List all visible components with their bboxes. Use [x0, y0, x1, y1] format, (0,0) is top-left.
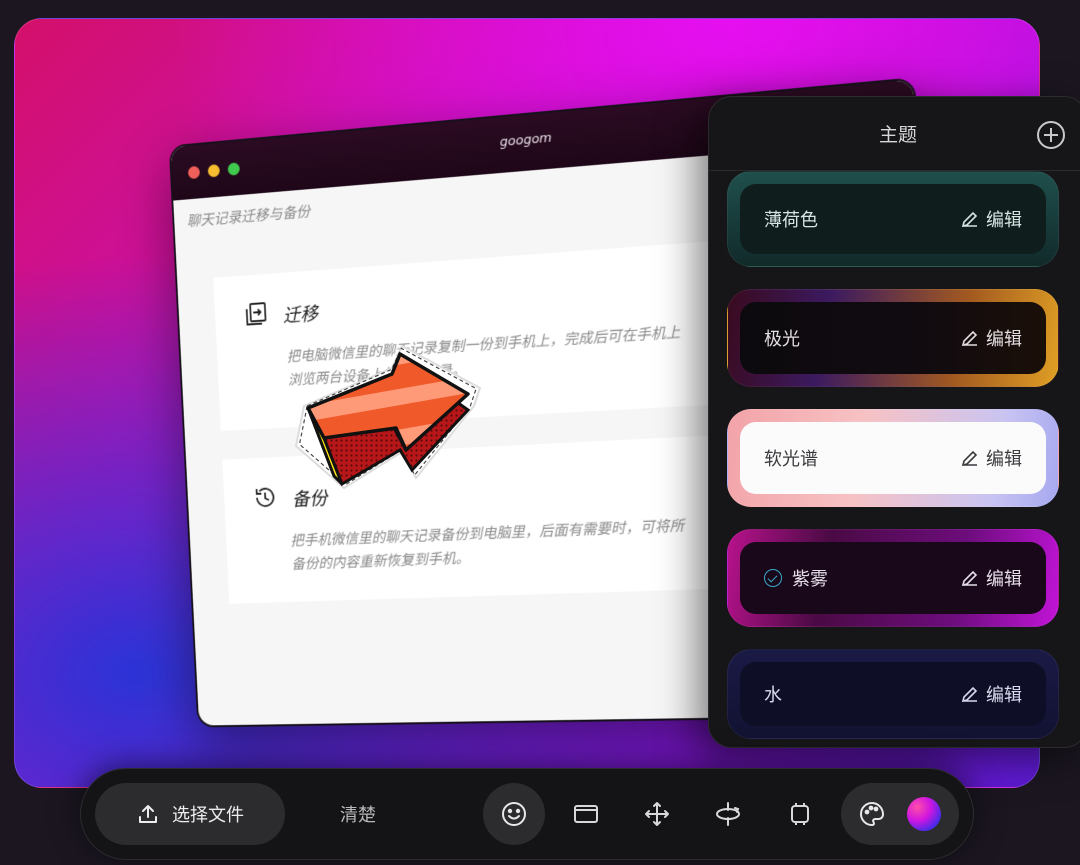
edit-label: 编辑	[986, 210, 1022, 231]
theme-item-water[interactable]: 水 编辑	[727, 649, 1059, 739]
add-theme-icon[interactable]	[1037, 121, 1065, 149]
edit-theme-button[interactable]: 编辑	[960, 445, 1022, 471]
theme-tool-group	[841, 783, 959, 845]
rotate-3d-icon	[716, 802, 740, 826]
pencil-icon	[961, 570, 978, 587]
edit-theme-button[interactable]: 编辑	[960, 565, 1022, 591]
theme-list: 薄荷色 编辑 极光 编辑 软光谱 编辑 紫雾 编辑 水 编辑	[727, 171, 1059, 747]
theme-item-aurora[interactable]: 极光 编辑	[727, 289, 1059, 387]
edit-label: 编辑	[986, 569, 1022, 590]
theme-name: 紫雾	[792, 569, 828, 590]
pencil-icon	[961, 450, 978, 467]
theme-panel: 主题 薄荷色 编辑 极光 编辑 软光谱 编辑 紫雾 编辑 水 编辑	[708, 96, 1080, 748]
frame-icon	[574, 805, 598, 823]
crop-icon	[791, 803, 809, 825]
theme-name: 软光谱	[764, 449, 818, 470]
migrate-icon	[242, 299, 271, 334]
theme-panel-title: 主题	[878, 124, 917, 146]
theme-name: 极光	[764, 329, 800, 350]
pencil-icon	[961, 686, 978, 703]
move-icon	[645, 802, 669, 826]
choose-file-label: 选择文件	[172, 805, 244, 826]
rotate-tool-button[interactable]	[697, 783, 759, 845]
theme-item-soft-spectrum[interactable]: 软光谱 编辑	[727, 409, 1059, 507]
bottom-toolbar: 选择文件 清楚	[80, 768, 974, 860]
backup-desc: 把手机微信里的聊天记录备份到电脑里，后面有需要时，可将所备份的内容重新恢复到手机…	[290, 518, 685, 573]
edit-theme-button[interactable]: 编辑	[960, 325, 1022, 351]
migrate-title: 迁移	[282, 302, 319, 327]
edit-theme-button[interactable]: 编辑	[960, 206, 1022, 232]
edit-label: 编辑	[986, 685, 1022, 706]
upload-icon	[139, 805, 157, 823]
clear-button[interactable]: 清楚	[313, 783, 403, 845]
choose-file-button[interactable]: 选择文件	[95, 783, 285, 845]
current-theme-swatch[interactable]	[907, 797, 941, 831]
emoji-icon	[502, 802, 526, 826]
arrow-sticker-icon[interactable]	[284, 328, 494, 498]
pencil-icon	[961, 330, 978, 347]
frame-tool-button[interactable]	[555, 783, 617, 845]
palette-tool-button[interactable]	[841, 783, 903, 845]
theme-name: 水	[764, 685, 782, 706]
edit-theme-button[interactable]: 编辑	[960, 681, 1022, 707]
crop-tool-button[interactable]	[769, 783, 831, 845]
palette-icon	[860, 801, 885, 827]
theme-panel-header: 主题	[709, 97, 1080, 171]
edit-label: 编辑	[986, 449, 1022, 470]
move-tool-button[interactable]	[626, 783, 688, 845]
theme-name: 薄荷色	[764, 210, 818, 231]
theme-item-purple-mist[interactable]: 紫雾 编辑	[727, 529, 1059, 627]
theme-item-mint[interactable]: 薄荷色 编辑	[727, 171, 1059, 267]
edit-label: 编辑	[986, 329, 1022, 350]
pencil-icon	[961, 211, 978, 228]
emoji-tool-button[interactable]	[483, 783, 545, 845]
history-icon	[251, 482, 280, 516]
selected-check-icon	[764, 569, 782, 587]
